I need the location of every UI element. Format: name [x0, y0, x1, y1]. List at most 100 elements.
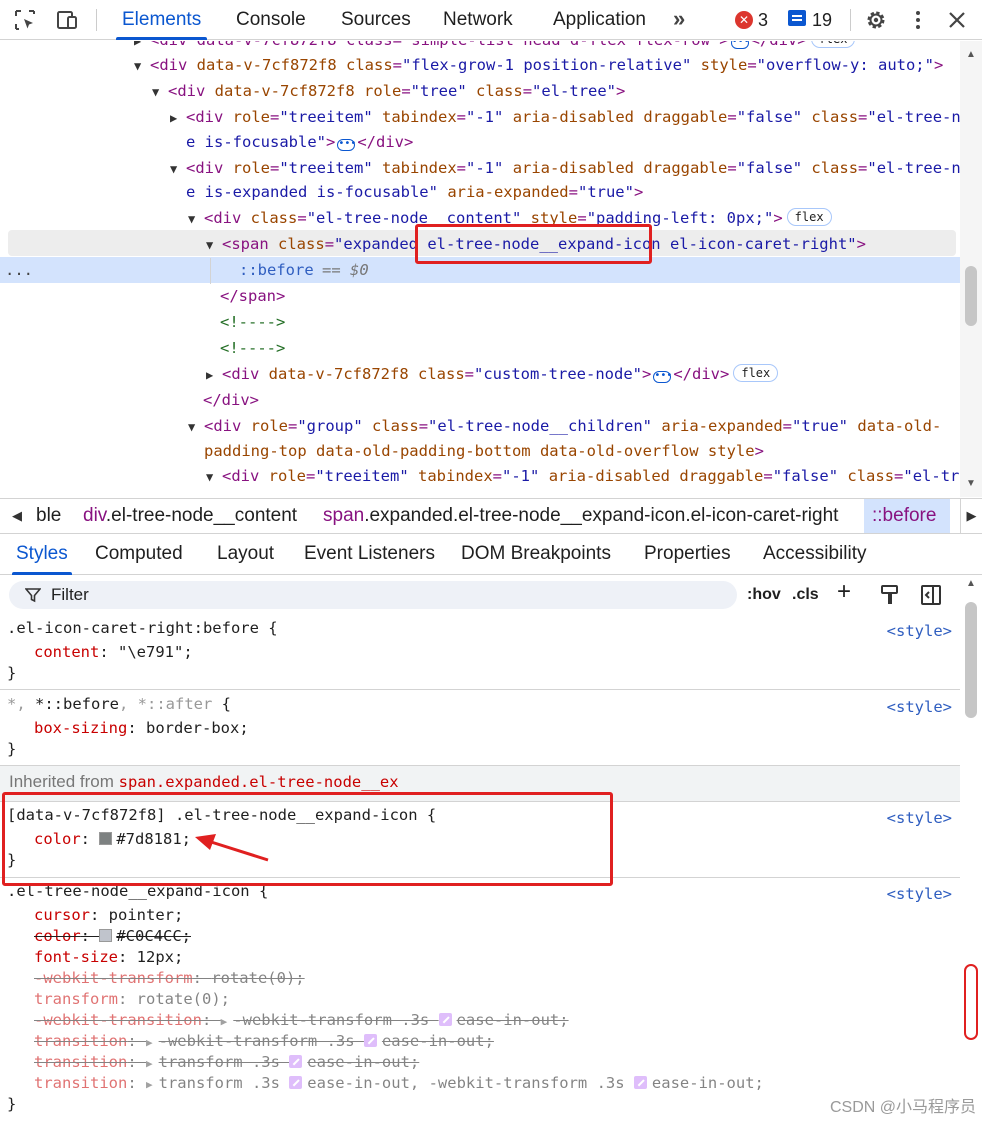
style-source-link[interactable]: <style> [887, 697, 952, 718]
collapse-triangle-icon[interactable]: ▼ [170, 157, 186, 183]
expand-triangle-icon[interactable]: ▶ [170, 106, 186, 132]
style-source-link[interactable]: <style> [887, 808, 952, 829]
dom-comment-row[interactable]: <!----> [220, 336, 960, 362]
dom-node-row[interactable]: ▼ <div role="treeitem" tabindex="-1" aria… [206, 464, 960, 490]
breadcrumb-item-before[interactable]: ::before [872, 499, 936, 533]
style-declaration-inactive[interactable]: transition: ▶ -webkit-transform .3s ease-… [34, 1031, 494, 1053]
breadcrumb-left-arrow-icon[interactable]: ◀ [12, 499, 22, 533]
tab-layout[interactable]: Layout [217, 535, 274, 575]
expand-triangle-icon[interactable]: ▶ [206, 363, 222, 389]
scroll-up-icon[interactable]: ▲ [966, 578, 976, 589]
dom-node-row-wrap[interactable]: e is-expanded is-focusable" aria-expande… [186, 180, 960, 206]
kebab-menu-icon[interactable] [906, 8, 930, 32]
dom-node-row-wrap[interactable]: e is-focusable"> •••</div> [186, 130, 960, 156]
settings-icon[interactable] [864, 8, 888, 32]
rule-selector[interactable]: *, *::before, *::after { [7, 694, 231, 715]
style-declaration-inactive[interactable]: -webkit-transition: ▶ -webkit-transform .… [34, 1010, 569, 1032]
tab-network[interactable]: Network [443, 0, 513, 40]
collapse-triangle-icon[interactable]: ▼ [188, 415, 204, 441]
style-declaration[interactable]: font-size: 12px; [34, 947, 183, 968]
more-tabs-icon[interactable]: » [673, 6, 685, 32]
close-icon[interactable] [945, 8, 969, 32]
tab-sources[interactable]: Sources [341, 0, 411, 40]
paint-brush-icon[interactable] [879, 584, 901, 606]
style-declaration[interactable]: cursor: pointer; [34, 905, 183, 926]
style-declaration-overridden[interactable]: color: #C0C4CC; [34, 926, 191, 947]
easing-editor-icon[interactable] [289, 1055, 303, 1068]
tab-event-listeners[interactable]: Event Listeners [304, 535, 435, 575]
dom-node-row[interactable]: ▼ <div data-v-7cf872f8 role="tree" class=… [152, 79, 960, 105]
style-source-link[interactable]: <style> [887, 884, 952, 905]
device-toggle-icon[interactable] [55, 8, 79, 32]
ellipsis-icon[interactable]: ••• [653, 371, 672, 383]
easing-editor-icon[interactable] [363, 1034, 377, 1047]
inherited-selector-link[interactable]: span.expanded.el-tree-node__ex [119, 773, 399, 791]
collapse-triangle-icon[interactable]: ▼ [206, 465, 222, 491]
breadcrumb-item-span[interactable]: span.expanded.el-tree-node__expand-icon.… [323, 499, 838, 533]
dom-node-row[interactable]: ▼ <div role="group" class="el-tree-node__… [188, 414, 960, 440]
tab-computed[interactable]: Computed [95, 535, 183, 575]
scrollbar-thumb[interactable] [965, 266, 977, 326]
expand-triangle-icon[interactable]: ▶ [146, 1053, 153, 1074]
breadcrumb-item-content[interactable]: div.el-tree-node__content [83, 499, 297, 533]
expand-triangle-icon[interactable]: ▶ [146, 1074, 153, 1095]
error-count-badge[interactable]: ✕ 3 [735, 9, 768, 31]
console-ref: == $0 [322, 261, 369, 279]
tab-styles[interactable]: Styles [12, 535, 72, 575]
style-declaration-inactive[interactable]: transition: ▶ transform .3s ease-in-out, … [34, 1073, 764, 1095]
tab-application[interactable]: Application [553, 0, 646, 40]
styles-scrollbar[interactable]: ▲ [960, 576, 982, 1123]
flex-badge[interactable]: flex [786, 208, 832, 226]
dom-node-row[interactable]: </span> [220, 284, 960, 310]
dom-scrollbar[interactable]: ▲ ▼ [960, 41, 982, 497]
style-source-link[interactable]: <style> [887, 621, 952, 642]
breadcrumb-item[interactable]: ble [36, 499, 61, 533]
easing-editor-icon[interactable] [289, 1076, 303, 1089]
tab-dom-breakpoints[interactable]: DOM Breakpoints [461, 535, 611, 575]
collapse-triangle-icon[interactable]: ▼ [134, 54, 150, 80]
class-toggle[interactable]: .cls [792, 584, 819, 606]
scroll-up-icon[interactable]: ▲ [966, 49, 976, 60]
style-declaration-inactive[interactable]: transition: ▶ transform .3s ease-in-out; [34, 1052, 419, 1074]
add-rule-icon[interactable]: + [837, 580, 851, 604]
tab-properties[interactable]: Properties [644, 535, 731, 575]
dom-node-row[interactable]: ▼ <div role="treeitem" tabindex="-1" aria… [170, 156, 960, 182]
collapse-triangle-icon[interactable]: ▼ [152, 80, 168, 106]
breadcrumb-right-arrow-icon[interactable]: ▶ [960, 499, 982, 533]
expand-triangle-icon[interactable]: ▶ [146, 1032, 153, 1053]
ellipsis-icon[interactable]: ••• [337, 139, 356, 151]
collapse-triangle-icon[interactable]: ▼ [188, 207, 204, 233]
tab-accessibility[interactable]: Accessibility [763, 535, 866, 575]
toggle-sidebar-icon[interactable] [920, 584, 942, 606]
easing-editor-icon[interactable] [438, 1013, 452, 1026]
dom-node-row[interactable]: ▶ <div data-v-7cf872f8 class="custom-tree… [206, 362, 960, 388]
filter-input[interactable]: Filter [9, 581, 737, 609]
dom-comment-row[interactable]: <!----> [220, 310, 960, 336]
color-swatch[interactable] [99, 929, 113, 942]
styles-tab-bar: Styles Computed Layout Event Listeners D… [0, 535, 982, 575]
style-rule: *, *::before, *::after { box-sizing: bor… [0, 691, 960, 766]
dom-node-row[interactable]: </div> [203, 388, 960, 414]
row-menu-icon[interactable]: ... [5, 258, 33, 284]
expand-triangle-icon[interactable]: ▶ [221, 1011, 228, 1032]
flex-badge[interactable]: flex [810, 41, 856, 48]
rule-selector[interactable]: .el-icon-caret-right:before { [7, 618, 278, 639]
hover-state-toggle[interactable]: :hov [747, 584, 781, 606]
tab-console[interactable]: Console [236, 0, 306, 40]
style-declaration[interactable]: box-sizing: border-box; [34, 718, 249, 739]
easing-editor-icon[interactable] [633, 1076, 647, 1089]
collapse-triangle-icon[interactable]: ▼ [206, 233, 222, 259]
flex-badge[interactable]: flex [733, 364, 779, 382]
ellipsis-icon[interactable]: ••• [730, 41, 750, 49]
tab-elements[interactable]: Elements [115, 0, 208, 40]
inspect-element-icon[interactable] [13, 8, 37, 32]
dom-node-row[interactable]: ▶ <div role="treeitem" tabindex="-1" aria… [170, 105, 960, 131]
style-declaration-inactive[interactable]: -webkit-transform: rotate(0); [34, 968, 305, 989]
dom-node-row-wrap[interactable]: padding-top data-old-padding-bottom data… [204, 439, 960, 465]
message-count-badge[interactable]: 19 [788, 9, 832, 31]
scroll-down-icon[interactable]: ▼ [966, 478, 976, 489]
dom-node-row[interactable]: ▼ <div data-v-7cf872f8 class="flex-grow-1… [134, 53, 960, 79]
style-declaration-inactive[interactable]: transform: rotate(0); [34, 989, 230, 1010]
style-declaration[interactable]: content: "\e791"; [34, 642, 193, 663]
scrollbar-thumb[interactable] [965, 602, 977, 718]
